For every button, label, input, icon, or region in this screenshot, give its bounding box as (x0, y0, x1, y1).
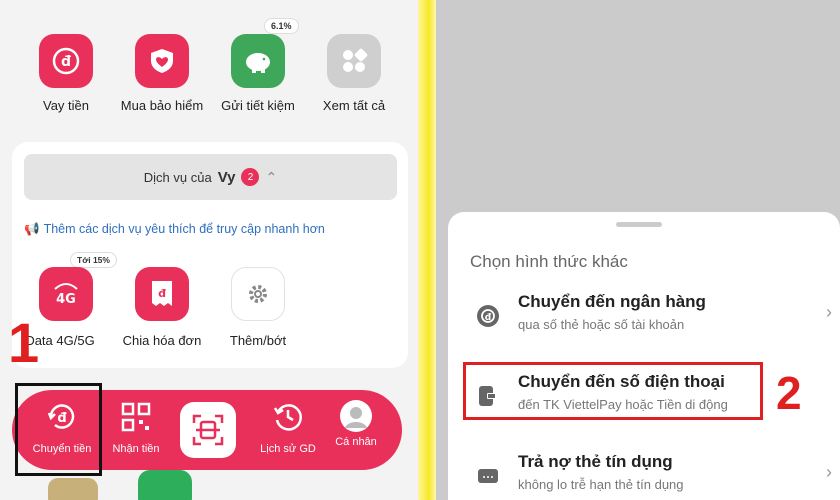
split-bill-icon: đ (135, 267, 189, 321)
services-header-prefix: Dịch vụ của (143, 169, 212, 185)
service-split-bill[interactable]: đ Chia hóa đơn (112, 267, 212, 348)
svg-text:đ: đ (485, 313, 492, 323)
quick-action-savings[interactable]: Gửi tiết kiệm (208, 34, 308, 113)
history-clock-icon (273, 404, 302, 431)
play-promo-tile[interactable] (48, 478, 98, 500)
tab-receive[interactable]: Nhận tiền (104, 400, 168, 455)
option-subtitle: không lo trễ hạn thẻ tín dụng (518, 477, 684, 492)
chevron-up-icon: ⌃ (265, 168, 278, 185)
qr-receive-icon (121, 402, 151, 432)
step-marker-1: 1 (8, 311, 40, 374)
chevron-right-icon: › (826, 462, 832, 482)
megaphone-icon: 📢 (24, 222, 40, 236)
profile-avatar-icon (340, 400, 372, 432)
highlight-phone-transfer (463, 362, 763, 420)
grid-icon (327, 34, 381, 88)
services-user-name: Vy (217, 168, 236, 186)
services-card: Dịch vụ của Vy 2 ⌃ 📢 Thêm các dịch vụ yêu… (12, 142, 408, 368)
chevron-right-icon: › (826, 302, 832, 322)
home-screen: đ Vay tiền Mua bảo hiểm Gửi tiết kiệm Xe… (0, 0, 418, 500)
tab-label: Nhận tiền (112, 443, 160, 455)
scan-qr-icon (192, 414, 224, 446)
piggy-bank-icon (231, 34, 285, 88)
quick-action-label: Xem tất cả (322, 98, 386, 113)
sheet-title: Chọn hình thức khác (470, 252, 628, 271)
services-header[interactable]: Dịch vụ của Vy 2 ⌃ (24, 154, 397, 200)
4g-data-icon: 4G (39, 267, 93, 321)
quick-action-label: Gửi tiết kiệm (221, 98, 295, 113)
green-money-tile[interactable] (138, 470, 192, 500)
scan-qr-button[interactable] (180, 402, 236, 458)
tab-label: Lịch sử GD (260, 443, 316, 455)
loan-icon: đ (39, 34, 93, 88)
insurance-shield-icon (135, 34, 189, 88)
option-bank-transfer[interactable]: đ Chuyển đến ngân hàng qua số thẻ hoặc s… (470, 292, 832, 352)
step-marker-2: 2 (776, 367, 802, 419)
savings-rate-badge: 6.1% (264, 18, 299, 34)
tab-profile[interactable]: Cá nhân (324, 400, 388, 448)
quick-actions: đ Vay tiền Mua bảo hiểm Gửi tiết kiệm Xe… (0, 0, 418, 135)
option-title: Chuyển đến ngân hàng (518, 292, 706, 311)
option-credit-card[interactable]: Trả nợ thẻ tín dụng không lo trễ hạn thẻ… (470, 452, 832, 500)
services-hint-text: Thêm các dịch vụ yêu thích để truy cập n… (43, 222, 325, 236)
transfer-sheet-screen: Chọn hình thức khác đ Chuyển đến ngân hà… (436, 0, 840, 500)
tab-history[interactable]: Lịch sử GD (256, 400, 320, 455)
promo-badge: Tới 15% (70, 252, 117, 268)
service-label: Thêm/bớt (229, 333, 287, 348)
quick-action-label: Mua bảo hiểm (120, 98, 204, 113)
tab-label: Cá nhân (335, 436, 377, 448)
quick-action-view-all[interactable]: Xem tất cả (304, 34, 404, 113)
highlight-transfer-tab (15, 383, 102, 476)
bank-transfer-icon: đ (477, 305, 499, 327)
credit-card-icon (478, 469, 498, 483)
quick-action-label: Vay tiền (42, 98, 89, 113)
svg-text:4G: 4G (56, 292, 76, 307)
quick-action-insurance[interactable]: Mua bảo hiểm (112, 34, 212, 113)
bottom-sheet: Chọn hình thức khác đ Chuyển đến ngân hà… (448, 212, 840, 500)
sheet-drag-handle[interactable] (616, 222, 662, 227)
settings-gear-icon (231, 267, 285, 321)
service-add-remove[interactable]: Thêm/bớt (208, 267, 308, 348)
services-count-badge: 2 (241, 168, 260, 186)
service-label: Chia hóa đơn (122, 333, 202, 348)
services-hint[interactable]: 📢 Thêm các dịch vụ yêu thích để truy cập … (24, 222, 325, 237)
option-subtitle: qua số thẻ hoặc số tài khoản (518, 317, 685, 332)
svg-text:đ: đ (158, 287, 166, 300)
svg-text:đ: đ (61, 54, 71, 70)
option-title: Trả nợ thẻ tín dụng (518, 452, 673, 471)
divider-stripe (418, 0, 436, 500)
quick-action-loan[interactable]: đ Vay tiền (16, 34, 116, 113)
